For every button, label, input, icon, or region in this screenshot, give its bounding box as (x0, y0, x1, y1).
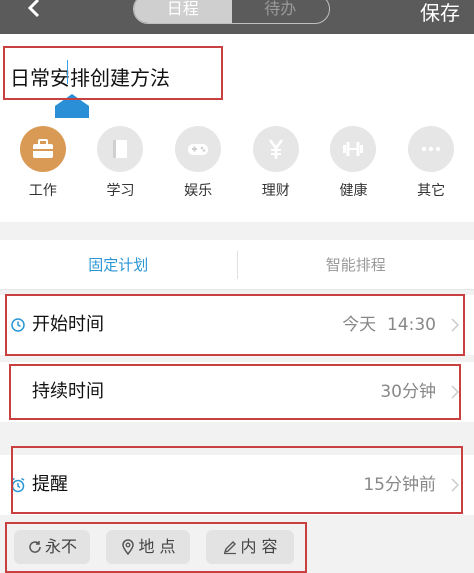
category-label: 理财 (261, 183, 290, 199)
book-icon (113, 140, 128, 158)
category-finance[interactable]: 理财 (241, 118, 311, 222)
schedule-todo-segmented-control: 日程 待办 (133, 0, 330, 24)
category-study[interactable]: 学习 (85, 118, 155, 222)
top-bar: 日程 待办 保存 (0, 0, 474, 34)
highlight-duration (9, 364, 461, 420)
highlight-start-time (5, 294, 465, 356)
plan-tabs: 固定计划 智能排程 (0, 240, 474, 290)
category-health[interactable]: 健康 (318, 118, 388, 222)
segment-todo[interactable]: 待办 (232, 0, 330, 23)
category-entertainment[interactable]: 娱乐 (163, 118, 233, 222)
category-label: 学习 (106, 183, 135, 199)
category-work[interactable]: 工作 (8, 118, 78, 222)
category-label: 其它 (417, 183, 446, 199)
tab-smart-schedule[interactable]: 智能排程 (238, 240, 474, 289)
more-icon (421, 146, 441, 152)
back-arrow-icon[interactable] (20, 0, 50, 26)
category-other[interactable]: 其它 (396, 118, 466, 222)
category-selector: 工作 学习 娱乐 理财 健康 其它 (0, 118, 474, 222)
save-button[interactable]: 保存 (420, 0, 460, 26)
briefcase-icon (32, 139, 53, 158)
highlight-reminder (11, 446, 463, 514)
segment-schedule[interactable]: 日程 (134, 0, 232, 23)
category-label: 娱乐 (184, 183, 213, 199)
gamepad-icon (188, 144, 209, 155)
category-label: 工作 (28, 183, 57, 199)
dumbbell-icon (343, 142, 364, 156)
category-label: 健康 (339, 183, 368, 199)
tab-fixed-plan[interactable]: 固定计划 (0, 240, 237, 289)
highlight-chips (5, 522, 307, 573)
yen-icon (268, 139, 283, 159)
highlight-title (3, 46, 223, 100)
